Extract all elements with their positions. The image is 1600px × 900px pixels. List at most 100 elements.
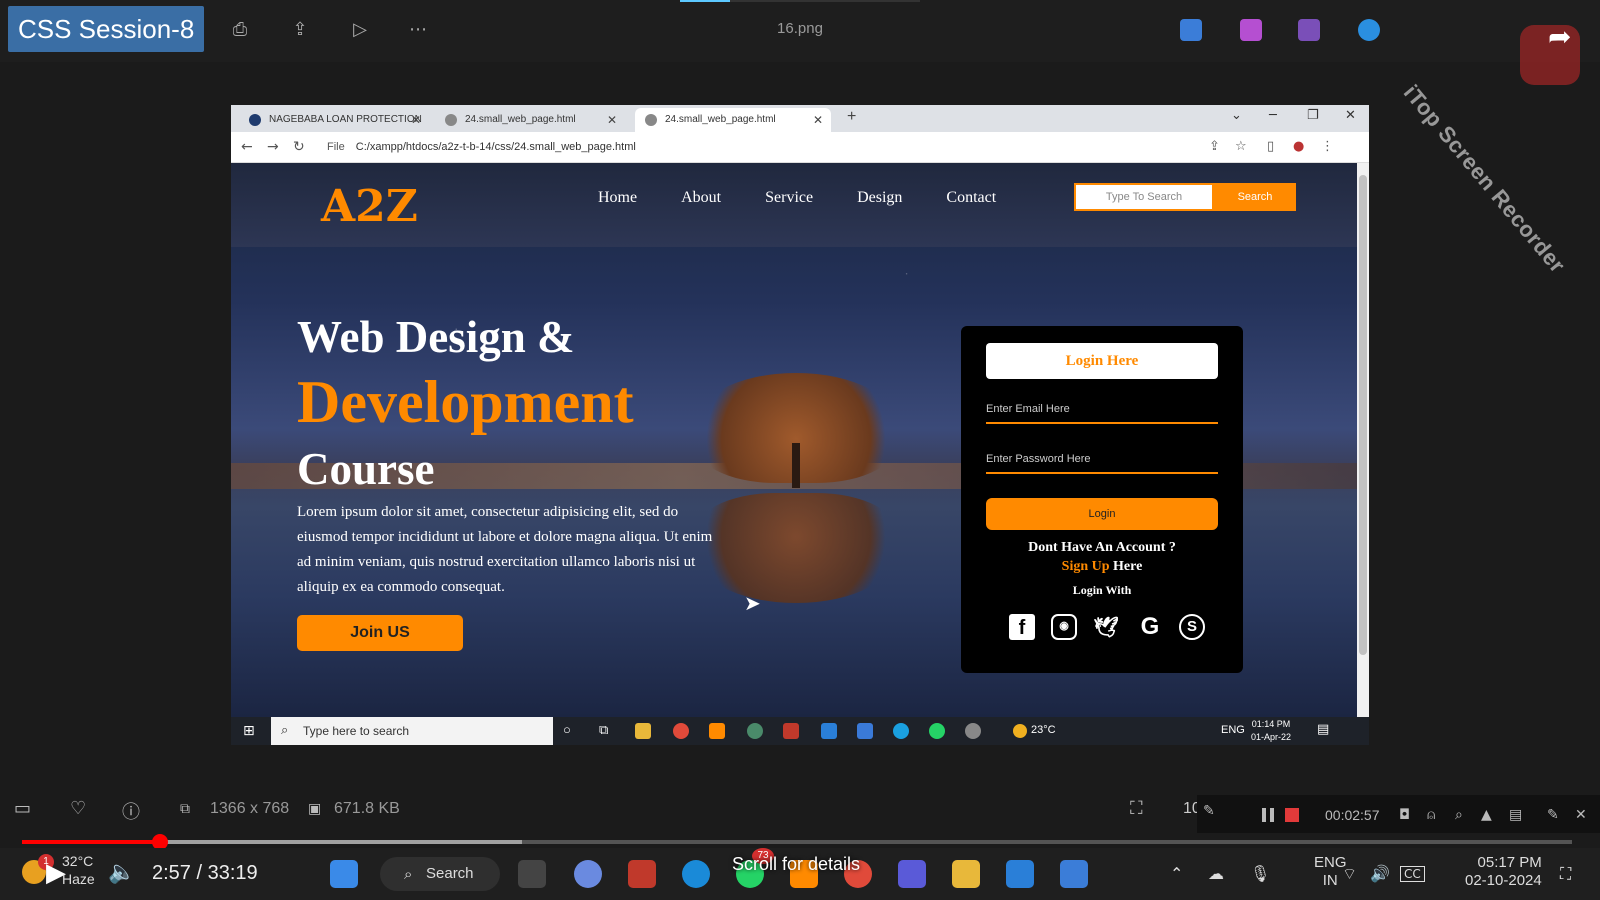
print-icon[interactable]: ⎙ — [228, 18, 252, 42]
host-search[interactable]: ⌕ Search — [380, 857, 500, 891]
url-field[interactable]: File C:/xampp/htdocs/a2z-t-b-14/css/24.s… — [327, 141, 636, 153]
host-clock[interactable]: 05:17 PM 02-10-2024 — [1465, 854, 1542, 890]
speaker-icon[interactable]: 🔊 — [1370, 864, 1390, 883]
site-search-button[interactable]: Search — [1214, 183, 1296, 211]
task-view-icon[interactable]: ⧉ — [599, 722, 608, 738]
inner-taskbar-search[interactable]: ⌕ Type here to search — [271, 717, 553, 745]
chrome-alt-icon[interactable] — [965, 723, 981, 739]
scroll-for-details[interactable]: Scroll for details — [732, 854, 860, 875]
tab-search-chevron-icon[interactable]: ⌄ — [1231, 108, 1242, 123]
twitter-icon[interactable]: 🕊 — [1093, 614, 1119, 640]
nav-service[interactable]: Service — [765, 189, 813, 207]
facebook-icon[interactable]: f — [1009, 614, 1035, 640]
inner-clock[interactable]: 01:14 PM 01-Apr-22 — [1251, 718, 1291, 744]
chat-icon[interactable]: ▤ — [1509, 807, 1522, 823]
skype-icon[interactable]: S — [1179, 614, 1205, 640]
browser-menu-icon[interactable]: ⋮ — [1321, 139, 1334, 154]
close-icon[interactable]: ✕ — [607, 108, 617, 132]
favorite-heart-icon[interactable]: ♡ — [70, 798, 86, 819]
signup-link[interactable]: Sign Up — [1062, 559, 1110, 574]
site-info-label[interactable]: File — [327, 141, 345, 153]
tab-small-web-page-active[interactable]: 24.small_web_page.html ✕ — [635, 108, 831, 132]
email-field[interactable]: Enter Email Here — [986, 398, 1218, 424]
nav-design[interactable]: Design — [857, 189, 902, 207]
window-close-icon[interactable]: ✕ — [1345, 108, 1356, 123]
new-tab-icon[interactable]: + — [847, 108, 856, 126]
camera-icon[interactable]: ◘ — [1399, 807, 1410, 823]
microphone-icon[interactable]: 🎙 — [1250, 864, 1270, 883]
info-icon[interactable]: ⓘ — [122, 798, 140, 824]
bell-icon[interactable]: ▲ — [1481, 807, 1492, 823]
inner-language[interactable]: ENG — [1221, 724, 1245, 736]
mic-icon[interactable]: ⍝ — [1427, 807, 1435, 823]
share-page-icon[interactable]: ⇪ — [1209, 139, 1220, 154]
skype-app-icon[interactable] — [893, 723, 909, 739]
share-arrow-icon[interactable]: ➦ — [1548, 20, 1571, 53]
more-icon[interactable]: ⋯ — [406, 18, 430, 42]
onedrive-icon[interactable] — [1358, 19, 1380, 41]
windows-start-icon[interactable]: ⊞ — [243, 723, 255, 739]
video-editor-icon[interactable] — [1298, 19, 1320, 41]
minimize-icon[interactable]: ─ — [1269, 108, 1277, 123]
pen-icon[interactable]: ✎ — [1203, 803, 1215, 819]
screen-recorder-icon[interactable] — [628, 860, 656, 888]
nav-about[interactable]: About — [681, 189, 721, 207]
store-icon[interactable] — [857, 723, 873, 739]
teams-icon[interactable] — [898, 860, 926, 888]
weather-widget[interactable]: 32°C Haze — [62, 852, 95, 888]
captions-icon[interactable]: CC — [1400, 866, 1425, 882]
back-icon[interactable]: ← — [241, 139, 253, 155]
tab-nagebaba[interactable]: NAGEBABA LOAN PROTECTION ✕ — [239, 108, 429, 132]
video-progress-bar[interactable] — [22, 840, 1572, 844]
tab-small-web-page[interactable]: 24.small_web_page.html ✕ — [435, 108, 625, 132]
bookmark-star-icon[interactable]: ☆ — [1235, 139, 1247, 154]
vscode-icon[interactable] — [1006, 860, 1034, 888]
task-view-icon[interactable] — [518, 860, 546, 888]
nav-home[interactable]: Home — [598, 189, 637, 207]
clipchamp-icon[interactable] — [1240, 19, 1262, 41]
login-button[interactable]: Login — [986, 498, 1218, 530]
google-icon[interactable]: G — [1137, 614, 1163, 640]
password-field[interactable]: Enter Password Here — [986, 448, 1218, 474]
slideshow-icon[interactable]: ▷ — [348, 18, 372, 42]
edit-icon[interactable]: ✎ — [1547, 807, 1559, 823]
site-search-input[interactable]: Type To Search — [1074, 183, 1214, 211]
recorder-close-icon[interactable]: ✕ — [1575, 807, 1587, 823]
join-us-button[interactable]: Join US — [297, 615, 463, 651]
tray-chevron-icon[interactable]: ⌃ — [1170, 864, 1183, 883]
copilot-icon[interactable] — [574, 860, 602, 888]
windows-start-icon[interactable] — [330, 860, 358, 888]
mail-icon[interactable] — [821, 723, 837, 739]
forward-icon[interactable]: → — [267, 139, 279, 155]
profile-avatar-icon[interactable]: ● — [1293, 139, 1304, 154]
file-explorer-icon[interactable] — [635, 723, 651, 739]
chrome-icon[interactable] — [673, 723, 689, 739]
file-explorer-icon[interactable] — [952, 860, 980, 888]
screen-recorder-icon[interactable] — [783, 723, 799, 739]
fit-screen-icon[interactable]: ⛶ — [1130, 798, 1143, 819]
close-icon[interactable]: ✕ — [411, 108, 421, 132]
fullscreen-icon[interactable]: ⛶ — [1560, 864, 1571, 884]
filmstrip-icon[interactable]: ▭ — [14, 798, 31, 819]
instagram-icon[interactable]: ◉ — [1051, 614, 1077, 640]
side-panel-icon[interactable]: ▯ — [1267, 139, 1274, 154]
sublime-text-icon[interactable] — [709, 723, 725, 739]
cortana-icon[interactable]: ○ — [563, 722, 571, 737]
share-icon[interactable]: ⇪ — [288, 18, 312, 42]
page-scrollbar[interactable] — [1357, 163, 1369, 717]
volume-icon[interactable]: 🔈 — [108, 860, 135, 885]
close-icon[interactable]: ✕ — [813, 108, 823, 132]
chrome-profile-icon[interactable] — [747, 723, 763, 739]
site-logo[interactable]: A2Z — [321, 181, 418, 232]
zoom-icon[interactable]: ⌕ — [1455, 807, 1463, 823]
photos-icon[interactable] — [1060, 860, 1088, 888]
edge-icon[interactable] — [682, 860, 710, 888]
notification-icon[interactable]: ▤ — [1317, 722, 1329, 737]
stop-recording-icon[interactable] — [1285, 808, 1299, 822]
onedrive-tray-icon[interactable]: ☁ — [1208, 864, 1224, 883]
whatsapp-icon[interactable] — [929, 723, 945, 739]
photos-app-icon[interactable] — [1180, 19, 1202, 41]
reload-icon[interactable]: ↻ — [293, 139, 305, 155]
nav-contact[interactable]: Contact — [946, 189, 996, 207]
restore-icon[interactable]: ❐ — [1307, 108, 1319, 123]
